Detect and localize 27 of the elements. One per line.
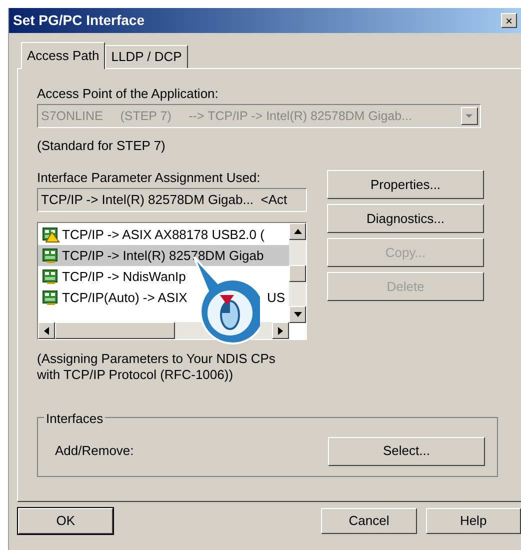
assignment-field[interactable]: TCP/IP -> Intel(R) 82578DM Gigab... <Act <box>37 188 307 212</box>
dialog-button[interactable]: Select... <box>328 436 485 466</box>
field-label: Interface Parameter Assignment Used: <box>37 169 262 187</box>
description-text: (Assigning Parameters to Your NDIS CPs with TCP/IP Protocol (RFC-1006)) <box>37 351 276 383</box>
scroll-thumb[interactable] <box>289 264 306 282</box>
dialog-button[interactable]: OK <box>18 508 114 534</box>
dialog-button[interactable]: Cancel <box>321 508 417 534</box>
dialog-button[interactable]: Help <box>426 508 521 534</box>
field-label: Access Point of the Application: <box>37 85 220 103</box>
scroll-up-icon[interactable] <box>294 229 302 234</box>
hint-text: (Standard for STEP 7) <box>37 137 166 155</box>
scroll-thumb[interactable] <box>55 322 175 339</box>
close-button[interactable]: × <box>501 13 517 28</box>
vertical-scrollbar[interactable] <box>289 223 306 323</box>
dialog-button[interactable]: Properties... <box>327 170 484 199</box>
scroll-down-icon[interactable] <box>294 312 302 317</box>
list-item[interactable]: TCP/IP -> ASIX AX88178 USB2.0 ( <box>38 224 289 245</box>
list-item[interactable]: TCP/IP -> NdisWanIp <box>38 266 289 287</box>
list-item[interactable]: TCP/IP(Auto) -> ASIX US <box>38 287 289 308</box>
scroll-left-icon[interactable] <box>44 326 49 334</box>
window-title: Set PG/PC Interface <box>13 11 144 30</box>
tab[interactable]: Access Path <box>21 42 106 69</box>
list-item-text: US <box>266 288 285 307</box>
scroll-right-icon[interactable] <box>278 326 283 334</box>
list-item[interactable]: TCP/IP -> Intel(R) 82578DM Gigab <box>38 245 289 266</box>
dialog-button[interactable]: Diagnostics... <box>327 204 484 233</box>
field-label: Add/Remove: <box>55 442 134 460</box>
